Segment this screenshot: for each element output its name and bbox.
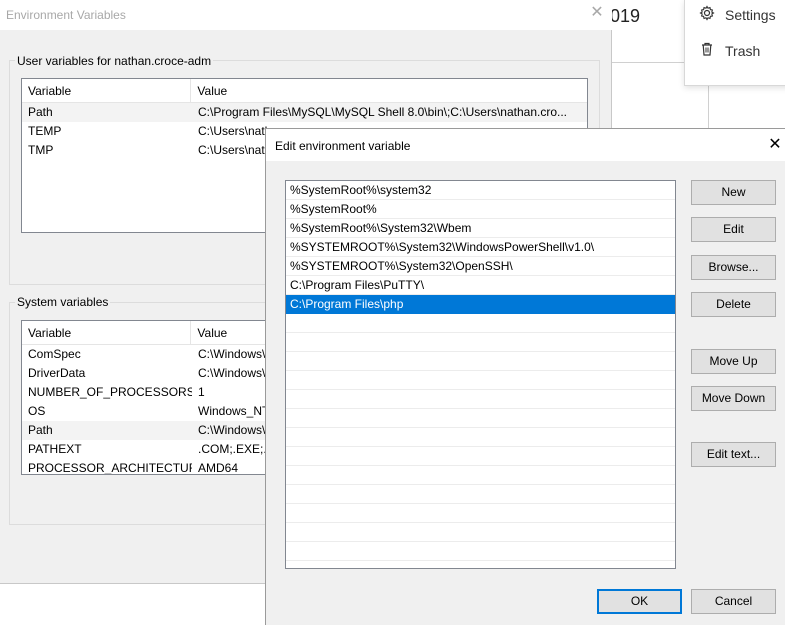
system-variables-label: System variables <box>15 295 111 309</box>
env-titlebar: Environment Variables ✕ <box>0 0 612 30</box>
variable-name-cell: TMP <box>28 143 54 157</box>
edit-text-button[interactable]: Edit text... <box>691 442 776 467</box>
background-context-menu: Settings Trash <box>684 0 785 86</box>
env-window-title: Environment Variables <box>6 8 126 22</box>
empty-list-row <box>286 314 675 333</box>
edit-titlebar: Edit environment variable ✕ <box>266 129 785 161</box>
trash-icon <box>699 41 715 60</box>
menu-item-settings[interactable]: Settings <box>699 5 776 24</box>
user-list-header: Variable Value <box>22 79 587 103</box>
variable-name-cell: NUMBER_OF_PROCESSORS <box>28 385 192 399</box>
path-entries-list[interactable]: %SystemRoot%\system32 %SystemRoot% %System… <box>285 180 676 569</box>
menu-item-label: Trash <box>725 42 761 59</box>
path-entry[interactable]: %SystemRoot% <box>286 200 675 219</box>
path-entry[interactable]: %SystemRoot%\System32\Wbem <box>286 219 675 238</box>
variable-name-cell: Path <box>28 105 53 119</box>
cancel-button[interactable]: Cancel <box>691 589 776 614</box>
path-entry[interactable]: %SYSTEMROOT%\System32\WindowsPowerShell\… <box>286 238 675 257</box>
close-icon[interactable]: ✕ <box>588 4 606 22</box>
move-up-button[interactable]: Move Up <box>691 349 776 374</box>
path-entry[interactable]: C:\Program Files\PuTTY\ <box>286 276 675 295</box>
new-button[interactable]: New <box>691 180 776 205</box>
variable-name-cell: DriverData <box>28 366 86 380</box>
menu-item-trash[interactable]: Trash <box>699 41 760 60</box>
table-row[interactable]: Path C:\Program Files\MySQL\MySQL Shell 8… <box>22 103 587 122</box>
move-down-button[interactable]: Move Down <box>691 386 776 411</box>
variable-name-cell: TEMP <box>28 124 62 138</box>
menu-item-label: Settings <box>725 6 776 23</box>
empty-list-row <box>286 466 675 485</box>
path-entry[interactable]: C:\Program Files\php <box>286 295 675 314</box>
empty-list-row <box>286 523 675 542</box>
empty-list-row <box>286 485 675 504</box>
empty-list-row <box>286 333 675 352</box>
gear-icon <box>699 5 715 24</box>
column-header-value[interactable]: Value <box>191 79 587 102</box>
browse-button[interactable]: Browse... <box>691 255 776 280</box>
background-year-text: 019 <box>610 6 641 26</box>
empty-list-row <box>286 542 675 561</box>
close-icon[interactable]: ✕ <box>766 136 784 154</box>
variable-name-cell: OS <box>28 404 46 418</box>
empty-list-row <box>286 390 675 409</box>
user-variables-label: User variables for nathan.croce-adm <box>15 54 214 68</box>
empty-list-row <box>286 447 675 466</box>
empty-list-row <box>286 504 675 523</box>
edit-button[interactable]: Edit <box>691 217 776 242</box>
column-header-variable[interactable]: Variable <box>22 321 192 344</box>
edit-dialog-title: Edit environment variable <box>275 139 411 153</box>
edit-environment-variable-dialog: Edit environment variable ✕ %SystemRoot%… <box>265 128 785 625</box>
empty-list-row <box>286 428 675 447</box>
empty-list-row <box>286 352 675 371</box>
path-entry[interactable]: %SystemRoot%\system32 <box>286 181 675 200</box>
variable-value-cell: C:\Program Files\MySQL\MySQL Shell 8.0\b… <box>198 105 568 119</box>
variable-name-cell: Path <box>28 423 53 437</box>
empty-list-row <box>286 371 675 390</box>
column-header-variable[interactable]: Variable <box>22 79 192 102</box>
variable-name-cell: ComSpec <box>28 347 81 361</box>
path-entry[interactable]: %SYSTEMROOT%\System32\OpenSSH\ <box>286 257 675 276</box>
variable-name-cell: PATHEXT <box>28 442 82 456</box>
variable-name-cell: PROCESSOR_ARCHITECTURE <box>28 461 192 475</box>
delete-button[interactable]: Delete <box>691 292 776 317</box>
empty-list-row <box>286 409 675 428</box>
ok-button[interactable]: OK <box>597 589 682 614</box>
